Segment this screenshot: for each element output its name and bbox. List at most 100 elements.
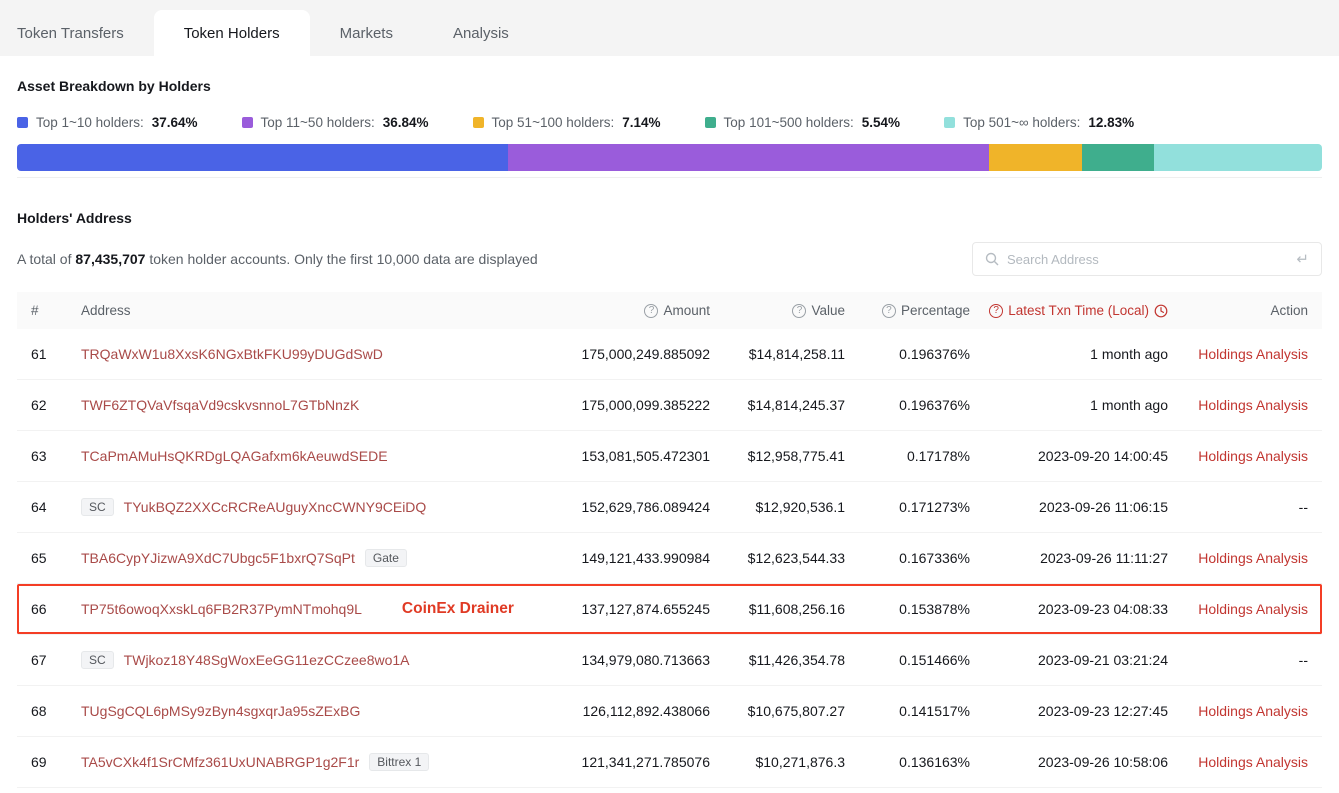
txn-time-help-icon[interactable]: ? [989, 304, 1003, 318]
tab-token-transfers[interactable]: Token Transfers [17, 10, 154, 56]
legend-label: Top 11~50 holders: [261, 115, 375, 130]
value-cell: $12,920,536.1 [710, 499, 845, 515]
rank-cell: 66 [31, 601, 81, 617]
search-address-input[interactable] [1007, 252, 1288, 267]
header-percentage: ? Percentage [845, 303, 970, 318]
address-link[interactable]: TUgSgCQL6pMSy9zByn4sgxqrJa95sZExBG [81, 703, 360, 719]
amount-cell: 137,127,874.655245 [545, 601, 710, 617]
address-link[interactable]: TCaPmAMuHsQKRDgLQAGafxm6kAeuwdSEDE [81, 448, 388, 464]
address-link[interactable]: TYukBQZ2XXCcRCReAUguyXncCWNY9CEiDQ [124, 499, 427, 515]
percentage-cell: 0.196376% [845, 397, 970, 413]
enter-key-icon: ↵ [1296, 252, 1309, 267]
bar-segment [989, 144, 1082, 171]
txn-time-cell: 2023-09-26 11:11:27 [970, 550, 1168, 566]
tab-bar: Token Transfers Token Holders Markets An… [0, 0, 1339, 56]
legend-value: 37.64% [152, 115, 198, 130]
amount-cell: 175,000,099.385222 [545, 397, 710, 413]
value-help-icon[interactable]: ? [792, 304, 806, 318]
percentage-cell: 0.171273% [845, 499, 970, 515]
address-link[interactable]: TWjkoz18Y48SgWoxEeGG11ezCCzee8wo1A [124, 652, 410, 668]
address-cell: TWF6ZTQVaVfsqaVd9cskvsnnoL7GTbNnzK [81, 397, 545, 413]
address-link[interactable]: TP75t6owoqXxskLq6FB2R37PymNTmohq9L [81, 601, 362, 617]
action-cell: Holdings Analysis [1168, 397, 1308, 413]
holders-address-title: Holders' Address [17, 210, 1322, 226]
header-value: ? Value [710, 303, 845, 318]
address-annotation: CoinEx Drainer [402, 600, 514, 618]
sc-badge: SC [81, 651, 114, 669]
amount-help-icon[interactable]: ? [644, 304, 658, 318]
address-cell: TP75t6owoqXxskLq6FB2R37PymNTmohq9L CoinEx… [81, 600, 545, 618]
search-address-box[interactable]: ↵ [972, 242, 1322, 276]
percentage-cell: 0.17178% [845, 448, 970, 464]
table-row: 65TBA6CypYJizwA9XdC7Ubgc5F1bxrQ7SqPtGate… [17, 533, 1322, 584]
amount-cell: 134,979,080.713663 [545, 652, 710, 668]
address-cell: TCaPmAMuHsQKRDgLQAGafxm6kAeuwdSEDE [81, 448, 545, 464]
rank-cell: 65 [31, 550, 81, 566]
holdings-analysis-link[interactable]: Holdings Analysis [1198, 397, 1308, 413]
tab-markets[interactable]: Markets [310, 10, 423, 56]
rank-cell: 63 [31, 448, 81, 464]
holdings-analysis-link[interactable]: Holdings Analysis [1198, 754, 1308, 770]
table-header-row: # Address ? Amount ? Value ? Percentage … [17, 292, 1322, 329]
legend-item: Top 101~500 holders:5.54% [705, 115, 901, 130]
percentage-cell: 0.136163% [845, 754, 970, 770]
txn-time-cell: 1 month ago [970, 397, 1168, 413]
value-cell: $14,814,258.11 [710, 346, 845, 362]
action-cell: -- [1168, 499, 1308, 515]
value-cell: $12,958,775.41 [710, 448, 845, 464]
txn-time-cell: 2023-09-23 04:08:33 [970, 601, 1168, 617]
holdings-analysis-link[interactable]: Holdings Analysis [1198, 601, 1308, 617]
holders-summary: A total of 87,435,707 token holder accou… [17, 251, 538, 267]
total-holders-count: 87,435,707 [75, 251, 145, 267]
address-cell: SC TWjkoz18Y48SgWoxEeGG11ezCCzee8wo1A [81, 651, 545, 669]
search-icon [985, 252, 999, 266]
table-row: 68TUgSgCQL6pMSy9zByn4sgxqrJa95sZExBG126,… [17, 686, 1322, 737]
legend-item: Top 501~∞ holders:12.83% [944, 115, 1134, 130]
address-link[interactable]: TRQaWxW1u8XxsK6NGxBtkFKU99yDUGdSwD [81, 346, 383, 362]
value-cell: $10,271,876.3 [710, 754, 845, 770]
timezone-clock-icon[interactable] [1154, 304, 1168, 318]
table-row: 67SCTWjkoz18Y48SgWoxEeGG11ezCCzee8wo1A13… [17, 635, 1322, 686]
holdings-analysis-link[interactable]: Holdings Analysis [1198, 346, 1308, 362]
breakdown-legend: Top 1~10 holders: 37.64% Top 11~50 holders… [17, 115, 1322, 130]
legend-label: Top 51~100 holders: [492, 115, 615, 130]
action-cell: -- [1168, 652, 1308, 668]
value-cell: $12,623,544.33 [710, 550, 845, 566]
value-cell: $14,814,245.37 [710, 397, 845, 413]
holdings-analysis-link[interactable]: Holdings Analysis [1198, 703, 1308, 719]
legend-value: 5.54% [862, 115, 900, 130]
legend-item: Top 11~50 holders: 36.84% [242, 115, 429, 130]
header-action: Action [1168, 303, 1308, 318]
address-cell: TA5vCXk4f1SrCMfz361UxUNABRGP1g2F1rBittre… [81, 753, 545, 771]
amount-cell: 121,341,271.785076 [545, 754, 710, 770]
legend-value: 36.84% [383, 115, 429, 130]
chart-divider [17, 177, 1322, 178]
address-link[interactable]: TA5vCXk4f1SrCMfz361UxUNABRGP1g2F1r [81, 754, 359, 770]
bar-segment [1082, 144, 1154, 171]
table-row: 69TA5vCXk4f1SrCMfz361UxUNABRGP1g2F1rBitt… [17, 737, 1322, 788]
header-address: Address [81, 303, 545, 318]
legend-value: 12.83% [1088, 115, 1134, 130]
txn-time-cell: 2023-09-21 03:21:24 [970, 652, 1168, 668]
address-link[interactable]: TBA6CypYJizwA9XdC7Ubgc5F1bxrQ7SqPt [81, 550, 355, 566]
amount-cell: 152,629,786.089424 [545, 499, 710, 515]
rank-cell: 62 [31, 397, 81, 413]
rank-cell: 68 [31, 703, 81, 719]
tab-analysis[interactable]: Analysis [423, 10, 539, 56]
holders-table-body: 61TRQaWxW1u8XxsK6NGxBtkFKU99yDUGdSwD175,… [17, 329, 1322, 788]
holdings-analysis-link[interactable]: Holdings Analysis [1198, 550, 1308, 566]
holdings-analysis-link[interactable]: Holdings Analysis [1198, 448, 1308, 464]
holders-table: # Address ? Amount ? Value ? Percentage … [17, 292, 1322, 788]
bar-segment [508, 144, 989, 171]
amount-cell: 153,081,505.472301 [545, 448, 710, 464]
percentage-help-icon[interactable]: ? [882, 304, 896, 318]
address-cell: TRQaWxW1u8XxsK6NGxBtkFKU99yDUGdSwD [81, 346, 545, 362]
legend-swatch [944, 117, 955, 128]
percentage-cell: 0.151466% [845, 652, 970, 668]
tab-token-holders[interactable]: Token Holders [154, 10, 310, 56]
legend-label: Top 1~10 holders: [36, 115, 144, 130]
txn-time-cell: 2023-09-20 14:00:45 [970, 448, 1168, 464]
address-link[interactable]: TWF6ZTQVaVfsqaVd9cskvsnnoL7GTbNnzK [81, 397, 359, 413]
address-cell: TBA6CypYJizwA9XdC7Ubgc5F1bxrQ7SqPtGate [81, 549, 545, 567]
action-cell: Holdings Analysis [1168, 754, 1308, 770]
